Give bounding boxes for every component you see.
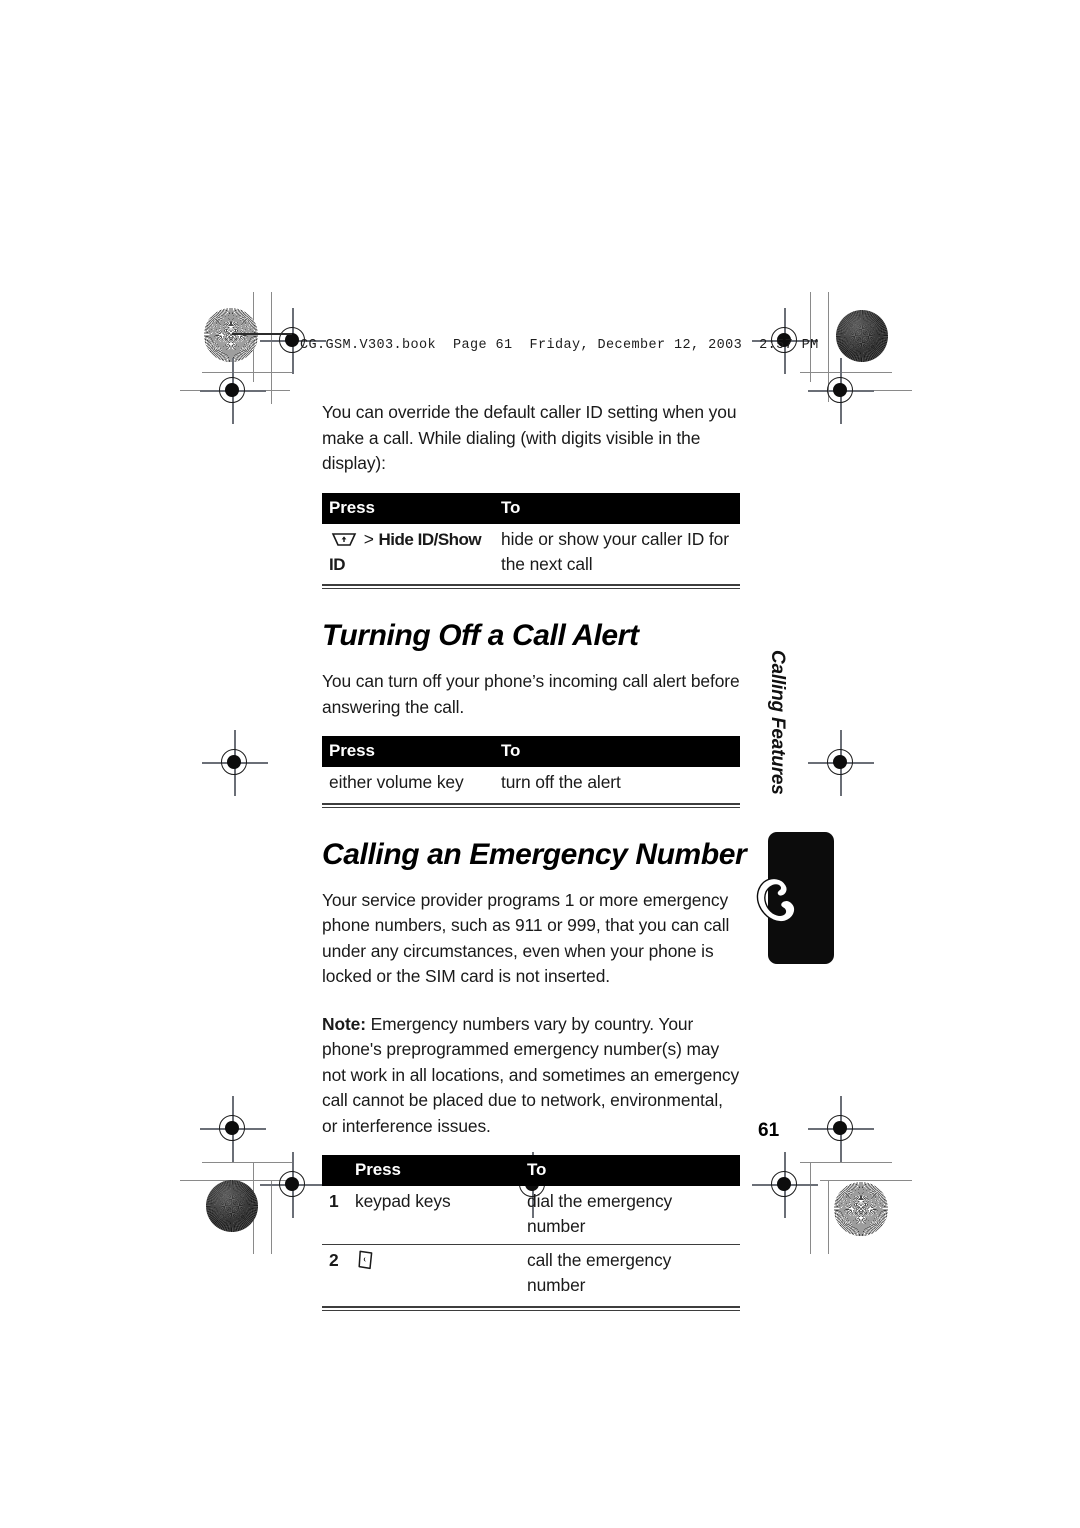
emergency-procedure-table-wrapper: Press To 1 keypad keys dial the emergenc… bbox=[322, 1155, 740, 1311]
registration-mark-bottom-left-lower bbox=[260, 1152, 326, 1218]
registration-mark-bottom-right bbox=[808, 1096, 874, 1162]
registration-mark-top-left-lower bbox=[200, 358, 266, 424]
page-number: 61 bbox=[758, 1120, 780, 1141]
column-header-to: To bbox=[494, 736, 740, 767]
to-cell: hide or show your caller ID for the next… bbox=[501, 528, 729, 574]
column-header-press: Press bbox=[322, 492, 494, 524]
book-header-line: CG.GSM.V303.book Page 61 Friday, Decembe… bbox=[300, 338, 819, 353]
registration-mark-bottom-right-lower bbox=[752, 1152, 818, 1218]
to-cell: call the emergency number bbox=[527, 1250, 672, 1295]
press-cell: keypad keys bbox=[348, 1186, 520, 1245]
column-header-step-number bbox=[322, 1155, 348, 1186]
calibration-target-starburst-bottom-right bbox=[834, 1182, 888, 1236]
call-alert-paragraph: You can turn off your phone’s incoming c… bbox=[322, 671, 740, 717]
call-alert-procedure-table-wrapper: Press To either volume key turn off the … bbox=[322, 736, 740, 808]
column-header-to: To bbox=[494, 492, 740, 524]
page-content: You can override the default caller ID s… bbox=[322, 400, 747, 1311]
table-header-row: Press To bbox=[322, 492, 740, 524]
send-key-icon bbox=[355, 1248, 377, 1272]
emergency-paragraph: Your service provider programs 1 or more… bbox=[322, 889, 730, 987]
column-header-to: To bbox=[520, 1155, 740, 1186]
note-label: Note: bbox=[322, 1013, 366, 1034]
caller-id-procedure-table: Press To > Hide ID/Show ID hide or show … bbox=[322, 492, 740, 582]
calibration-target-starburst-top-left bbox=[204, 308, 258, 362]
table-header-row: Press To bbox=[322, 736, 740, 767]
note-paragraph: Note: Emergency numbers vary by country.… bbox=[322, 1012, 740, 1140]
note-text: Emergency numbers vary by country. Your … bbox=[322, 1013, 740, 1136]
column-header-press: Press bbox=[322, 736, 494, 767]
printed-manual-page: CG.GSM.V303.book Page 61 Friday, Decembe… bbox=[0, 0, 1080, 1528]
softkey-icon bbox=[329, 531, 359, 548]
to-cell: turn off the alert bbox=[501, 772, 621, 792]
registration-mark-bottom-left bbox=[200, 1096, 266, 1162]
step-number: 2 bbox=[329, 1250, 339, 1270]
phone-handset-icon bbox=[742, 868, 808, 930]
calibration-target-solid-top-right bbox=[836, 310, 888, 362]
table-row: > Hide ID/Show ID hide or show your call… bbox=[322, 524, 740, 582]
registration-mark-middle-left bbox=[202, 730, 268, 796]
call-alert-procedure-table: Press To either volume key turn off the … bbox=[322, 736, 740, 800]
heading-calling-emergency-number: Calling an Emergency Number bbox=[322, 837, 747, 871]
column-header-press: Press bbox=[348, 1155, 520, 1186]
calibration-target-solid-bottom-left bbox=[206, 1180, 258, 1232]
step-number: 1 bbox=[322, 1186, 348, 1245]
header-rule bbox=[232, 333, 292, 335]
table-row: 1 keypad keys dial the emergency number bbox=[322, 1186, 740, 1245]
table-end-rule bbox=[322, 802, 740, 808]
registration-mark-top-right-lower bbox=[808, 358, 874, 424]
press-separator: > bbox=[363, 528, 374, 549]
table-end-rule bbox=[322, 1305, 740, 1311]
press-cell bbox=[348, 1245, 520, 1304]
table-row: 2 call the emergency number bbox=[322, 1245, 740, 1304]
table-end-rule bbox=[322, 584, 740, 589]
intro-paragraph: You can override the default caller ID s… bbox=[322, 402, 737, 473]
press-cell: > Hide ID/Show ID bbox=[322, 524, 494, 582]
press-cell: either volume key bbox=[329, 772, 464, 792]
chapter-tab-label: Calling Features bbox=[767, 650, 788, 795]
table-row: either volume key turn off the alert bbox=[322, 767, 740, 800]
to-cell: dial the emergency number bbox=[520, 1186, 740, 1245]
registration-mark-middle-right bbox=[808, 730, 874, 796]
emergency-procedure-table: Press To 1 keypad keys dial the emergenc… bbox=[322, 1155, 740, 1303]
table-header-row: Press To bbox=[322, 1155, 740, 1186]
caller-id-procedure-table-wrapper: Press To > Hide ID/Show ID hide or show … bbox=[322, 492, 740, 589]
heading-turning-off-call-alert: Turning Off a Call Alert bbox=[322, 619, 639, 652]
